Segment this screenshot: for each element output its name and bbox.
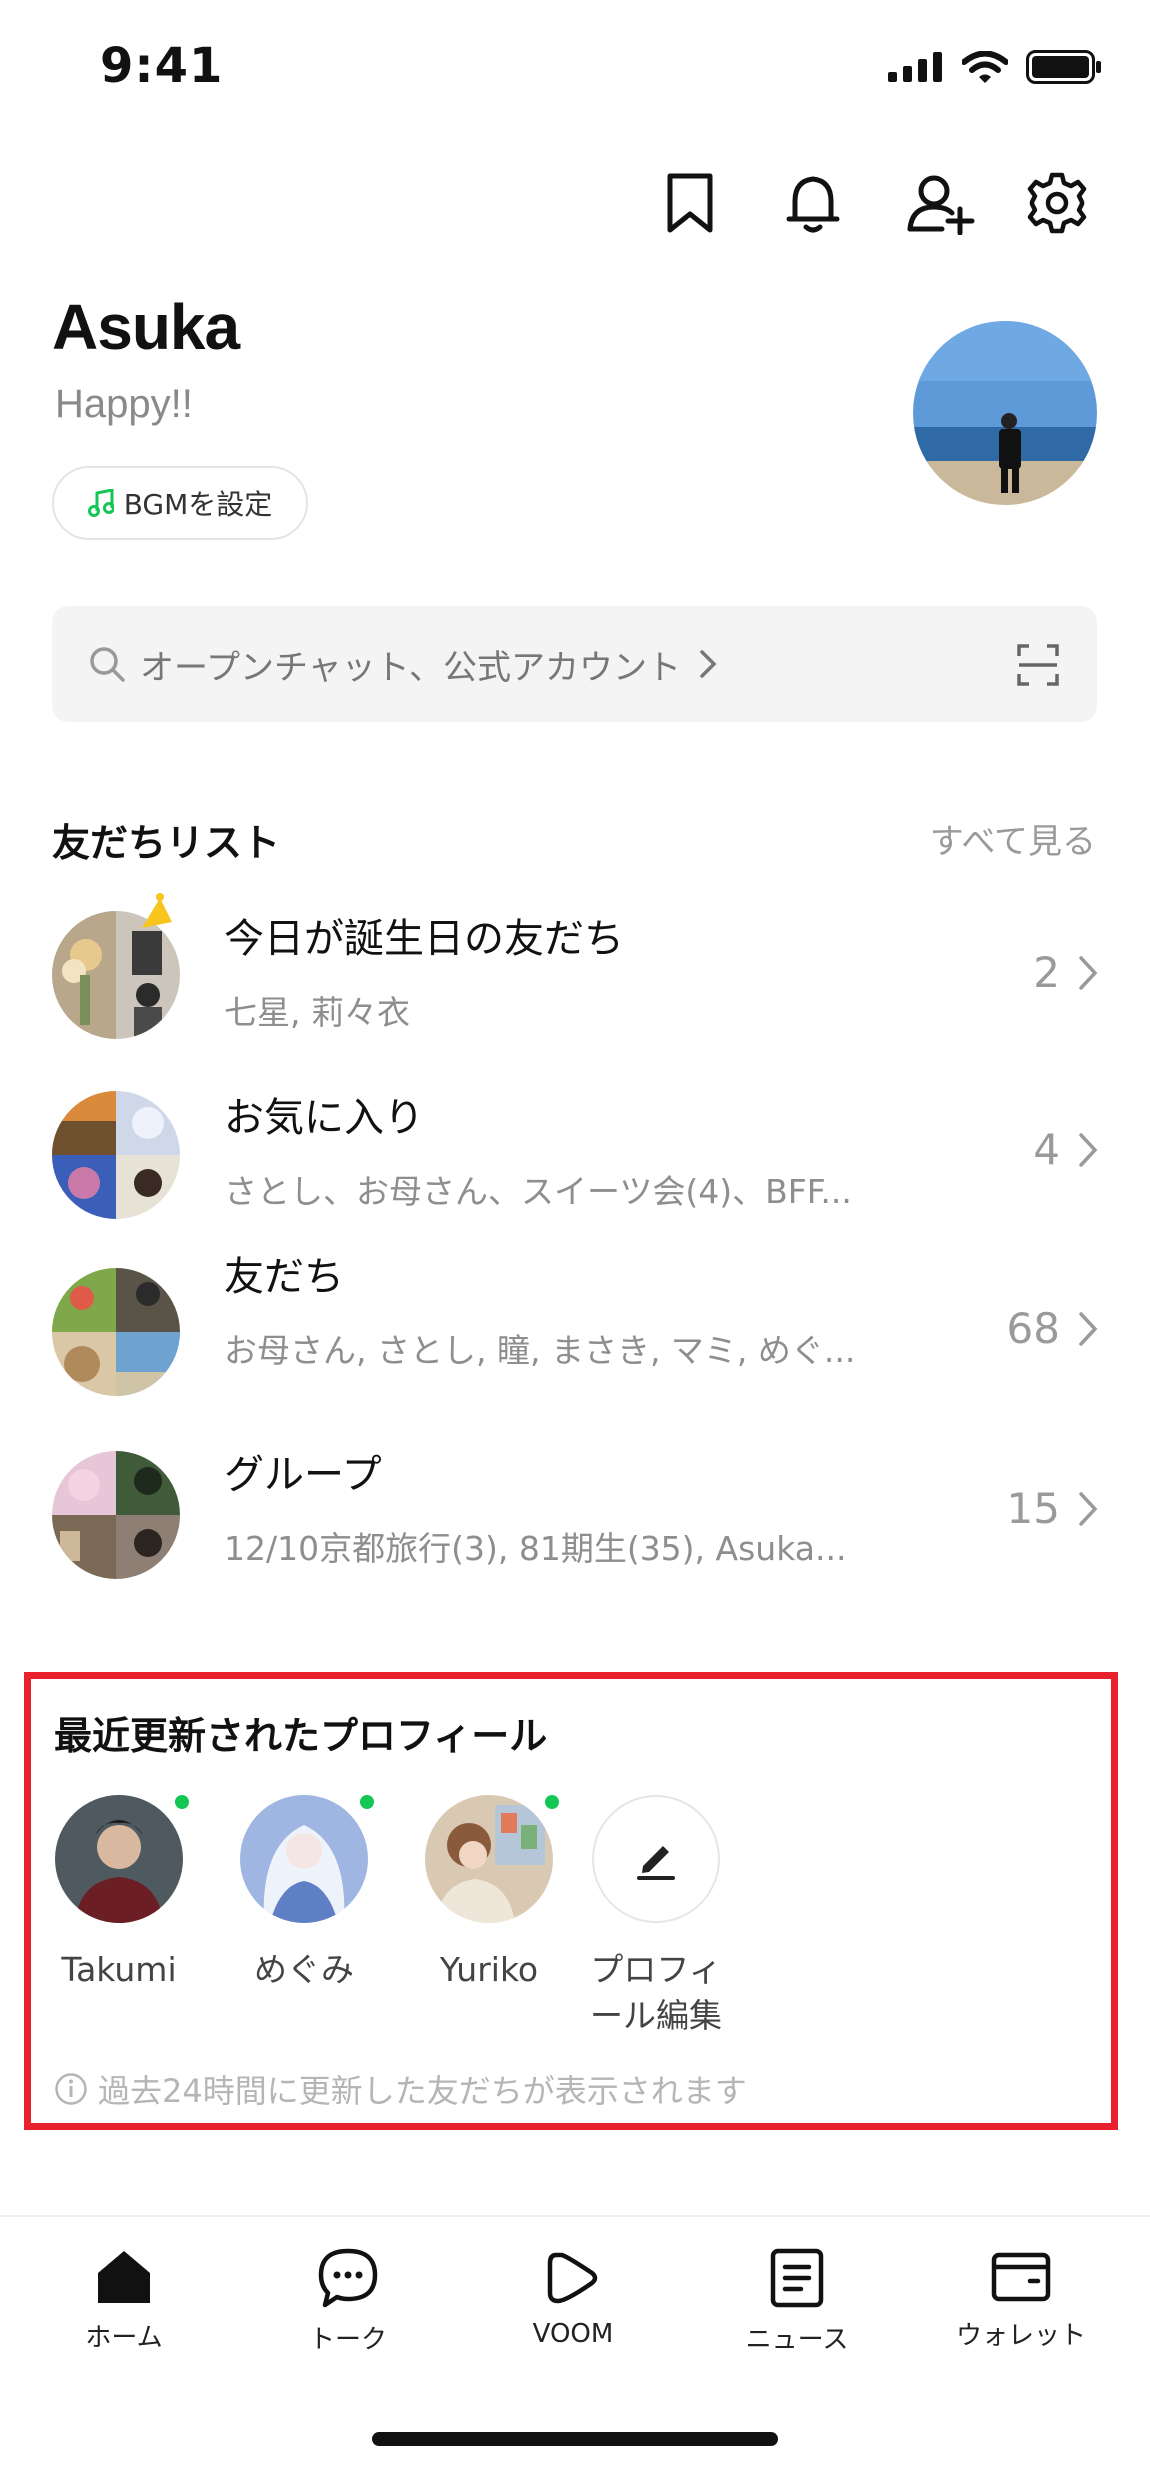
home-indicator [372, 2432, 778, 2446]
chevron-right-icon [1079, 1133, 1098, 1167]
row-title: 今日が誕生日の友だち [224, 916, 624, 962]
edit-profile-label: プロフィ ール編集 [576, 1947, 736, 2039]
chat-bubble-icon [318, 2248, 378, 2308]
row-subtitle: 12/10京都旅行(3), 81期生(35), Asuka... [224, 1529, 847, 1568]
battery-icon [1026, 50, 1101, 84]
row-title: お気に入り [224, 1095, 424, 1141]
nav-home[interactable]: ホーム [24, 2247, 224, 2354]
nav-wallet-label: ウォレット [955, 2321, 1086, 2351]
avatar [240, 1795, 368, 1923]
nav-talk[interactable]: トーク [248, 2247, 448, 2356]
edit-profile-label-line2: ール編集 [590, 1996, 722, 2035]
voom-play-icon [547, 2252, 598, 2304]
cellular-signal-icon [888, 52, 942, 82]
recent-profiles-title: 最近更新されたプロフィール [54, 1714, 548, 1758]
qr-scan-icon[interactable] [1017, 644, 1059, 686]
home-icon [98, 2251, 150, 2303]
row-count: 4 [1033, 1125, 1060, 1174]
recent-note-text: 過去24時間に更新した友だちが表示されます [98, 2072, 747, 2110]
profile-name[interactable]: Asuka [52, 290, 240, 364]
status-icons [888, 50, 1102, 84]
search-bar[interactable]: オープンチャット、公式アカウント [52, 606, 1097, 722]
friends-row-friends[interactable]: 友だち お母さん, さとし, 瞳, まさき, マミ, めぐ... 68 [0, 1246, 1150, 1416]
recent-friend-name: Takumi [61, 1950, 177, 1989]
groups-thumbnail [52, 1451, 180, 1579]
nav-voom[interactable]: VOOM [473, 2247, 673, 2349]
row-subtitle: お母さん, さとし, 瞳, まさき, マミ, めぐ... [224, 1331, 856, 1370]
recent-friend-yuriko[interactable]: Yuriko [409, 1795, 569, 1993]
chevron-right-icon [700, 650, 717, 678]
chevron-right-icon [1079, 956, 1098, 990]
profile-avatar[interactable] [913, 321, 1097, 505]
nav-talk-label: トーク [308, 2325, 387, 2355]
edit-profile-button[interactable]: プロフィ ール編集 [576, 1795, 736, 2039]
avatar [55, 1795, 183, 1923]
edit-profile-label-line1: プロフィ [590, 1950, 722, 1989]
party-hat-icon [142, 893, 172, 928]
bookmark-icon[interactable] [655, 168, 725, 238]
recent-profiles-note: 過去24時間に更新した友だちが表示されます [54, 2066, 747, 2112]
online-status-dot [545, 1795, 559, 1809]
status-time: 9:41 [100, 38, 224, 94]
chevron-right-icon [1079, 1312, 1098, 1346]
row-count: 68 [1006, 1304, 1060, 1353]
row-title: 友だち [224, 1254, 344, 1300]
search-placeholder: オープンチャット、公式アカウント [140, 647, 681, 688]
set-bgm-label: BGMを設定 [123, 488, 273, 521]
friends-row-birthdays[interactable]: 今日が誕生日の友だち 七星, 莉々衣 2 [0, 888, 1150, 1058]
bottom-nav: ホーム トーク VOOM ニュース ウォレット [0, 2215, 1150, 2415]
recent-friend-takumi[interactable]: Takumi [39, 1795, 199, 1993]
nav-voom-label: VOOM [532, 2319, 614, 2349]
row-subtitle: さとし、お母さん、スイーツ会(4)、BFF... [224, 1172, 852, 1211]
news-icon [770, 2248, 824, 2308]
info-icon [55, 2073, 87, 2105]
recent-friend-name: Yuriko [439, 1950, 539, 1989]
edit-profile-circle [592, 1795, 720, 1923]
add-friend-icon[interactable] [906, 168, 976, 238]
row-subtitle: 七星, 莉々衣 [224, 993, 410, 1032]
friends-row-favorites[interactable]: お気に入り さとし、お母さん、スイーツ会(4)、BFF... 4 [0, 1067, 1150, 1237]
row-count: 2 [1033, 948, 1060, 997]
recent-friend-megumi[interactable]: めぐみ [224, 1795, 384, 1993]
friends-row-groups[interactable]: グループ 12/10京都旅行(3), 81期生(35), Asuka... 15 [0, 1426, 1150, 1596]
nav-news-label: ニュース [745, 2325, 849, 2355]
see-all-link[interactable]: すべて見る [930, 814, 1096, 863]
nav-news[interactable]: ニュース [697, 2247, 897, 2356]
online-status-dot [360, 1795, 374, 1809]
friends-list-title: 友だちリスト [52, 821, 281, 865]
search-icon [90, 647, 125, 682]
friends-thumbnail [52, 1268, 180, 1396]
wallet-icon [991, 2252, 1051, 2302]
music-note-icon [87, 489, 114, 517]
wifi-icon [962, 51, 1008, 83]
nav-wallet[interactable]: ウォレット [921, 2247, 1121, 2352]
row-count: 15 [1006, 1484, 1060, 1533]
online-status-dot [175, 1795, 189, 1809]
profile-status-message[interactable]: Happy!! [55, 382, 193, 427]
bell-icon[interactable] [778, 168, 848, 238]
nav-home-label: ホーム [85, 2323, 163, 2353]
row-title: グループ [224, 1452, 382, 1498]
pencil-icon [637, 1846, 675, 1880]
chevron-right-icon [1079, 1492, 1098, 1526]
gear-icon[interactable] [1022, 168, 1092, 238]
favorites-thumbnail [52, 1091, 180, 1219]
set-bgm-button[interactable]: BGMを設定 [52, 466, 308, 540]
recent-friend-name: めぐみ [254, 1950, 354, 1989]
avatar [425, 1795, 553, 1923]
